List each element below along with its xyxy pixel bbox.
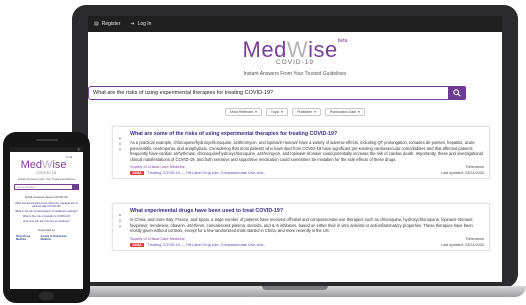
phone-logo-beta: beta [66,155,73,159]
top-nav: ▤ Register ➜ Log In [88,16,502,32]
downvote-icon[interactable]: ▼ [118,147,122,152]
quick-answers-heading: Quick answers about COVID-19: [24,194,69,199]
laptop-screen: ▤ Register ➜ Log In MedWisebeta COVID-19… [88,16,502,282]
filter-publisher-label: Publisher [297,109,313,114]
supported-by-label: Supported by [38,227,55,232]
chevron-down-icon: ▾ [358,109,360,114]
login-icon: ➜ [130,21,135,27]
result-relevance: Relevance [466,236,484,241]
phone-screen: ≡ MedWisebeta COVID-19 Instant Answers F… [10,147,83,289]
result-updated: Last updated: 03/24/2020 [440,242,484,247]
quick-answer-link[interactable]: What is the risk of transmission in heal… [14,210,79,213]
phone-logo-w: W [42,159,53,171]
result-snippet: As a practical example, chloroquine/hydr… [130,140,483,162]
phone-logo-ise: ise [52,159,67,171]
result-snippet: In China, and more Italy, France, and Sp… [130,217,474,233]
publisher-badge: JAMA [130,242,144,247]
logo-covid: COVID-19 [276,59,314,66]
register-link[interactable]: ▤ Register [94,21,120,27]
phone-home-button[interactable] [39,292,54,300]
vote-control: ▲ 0 ▼ [118,212,122,229]
device-mockup: ▤ Register ➜ Log In MedWisebeta COVID-19… [0,0,526,305]
upvote-icon[interactable]: ▲ [118,212,122,217]
filter-date-label: Publication Date [329,109,357,114]
result-title[interactable]: What are some of the risks of using expe… [130,131,484,137]
chevron-down-icon: ▾ [281,109,284,114]
tagline: Instant Answers From Your Trusted Guidel… [243,70,347,77]
result-card: ▲ 0 ▼ What experimental drugs have been … [112,203,490,251]
logo-beta: beta [337,38,348,44]
filter-bar: Most Relevant ▾ Topic ▾ Publisher ▾ Publica… [88,107,502,116]
vote-control: ▲ 0 ▼ [118,135,122,152]
search-bar: What are the risks of using experimental… [88,85,466,100]
sponsor-logos: Stony Brook Medicine Society of Critical… [16,235,77,241]
phone-top-nav: ≡ [10,147,83,152]
result-doc-link[interactable]: Treating COVID-19 — Off-Label Drug Use, … [148,171,267,175]
result-meta: Society of Critical Care Medicine Releva… [130,165,484,169]
phone-tagline: Instant Answers From Your Trusted Guidel… [17,176,76,181]
phone-logo-med: Med [20,159,43,171]
result-doc-link[interactable]: Treating COVID-19 — Off-Label Drug Use, … [148,243,267,247]
upvote-icon[interactable]: ▲ [118,135,122,140]
quick-answers-list: What should clinicians know about the ma… [14,202,79,224]
search-input[interactable]: What are the risks of using experimental… [89,90,448,96]
sponsor-logo: Stony Brook Medicine [16,234,31,241]
result-footer: JAMA Treating COVID-19 — Off-Label Drug … [130,242,484,247]
medwise-logo: MedWisebeta COVID-19 [88,39,502,67]
result-source[interactable]: Society of Critical Care Medicine [130,165,185,169]
phone-search-button[interactable] [72,183,79,190]
phone-body: ≡ MedWisebeta COVID-19 Instant Answers F… [3,132,90,303]
vote-count: 0 [118,218,122,223]
result-source[interactable]: Society of Critical Care Medicine [130,237,185,241]
chevron-down-icon: ▾ [255,109,257,114]
search-icon [453,88,461,97]
register-label: Register [101,21,121,27]
vote-count: 0 [118,141,122,146]
result-footer: JAMA Treating COVID-19 — Off-Label Drug … [130,171,484,175]
search-button[interactable] [448,85,466,100]
filter-sort[interactable]: Most Relevant ▾ [225,107,262,116]
phone-search-input[interactable]: Ask a question [15,185,72,189]
downvote-icon[interactable]: ▼ [118,224,122,229]
quick-answer-link[interactable]: What is the role of steroids in COVID-19… [14,215,79,218]
phone-search-bar: Ask a question [14,183,79,190]
filter-date[interactable]: Publication Date ▾ [324,107,365,116]
filter-topic[interactable]: Topic ▾ [265,107,289,116]
filter-sort-label: Most Relevant [230,109,254,114]
result-updated: Last updated: 03/24/2020 [440,171,484,175]
sponsor-logo: Society of Critical Care Medicine [40,234,67,241]
chevron-down-icon: ▾ [314,109,316,114]
filter-publisher[interactable]: Publisher ▾ [292,107,321,116]
register-icon: ▤ [94,21,99,27]
login-label: Log In [137,21,152,27]
result-meta: Society of Critical Care Medicine Releva… [130,237,484,241]
result-relevance: Relevance [466,165,484,169]
publisher-badge: JAMA [130,171,144,175]
quick-answer-link[interactable]: How long can the virus live on surfaces? [14,220,79,223]
hamburger-menu-icon[interactable]: ≡ [78,147,80,152]
phone-speaker [36,139,58,141]
login-link[interactable]: ➜ Log In [130,21,151,27]
phone-medwise-logo: MedWisebeta COVID-19 [10,156,83,176]
result-card: ▲ 0 ▼ What are some of the risks of usin… [112,126,490,179]
quick-answer-link[interactable]: What should clinicians know about the ma… [14,202,79,208]
result-title[interactable]: What experimental drugs have been used t… [130,208,484,214]
phone-logo-covid: COVID-19 [36,171,57,175]
laptop-notch [262,286,328,290]
filter-topic-label: Topic [270,109,280,114]
